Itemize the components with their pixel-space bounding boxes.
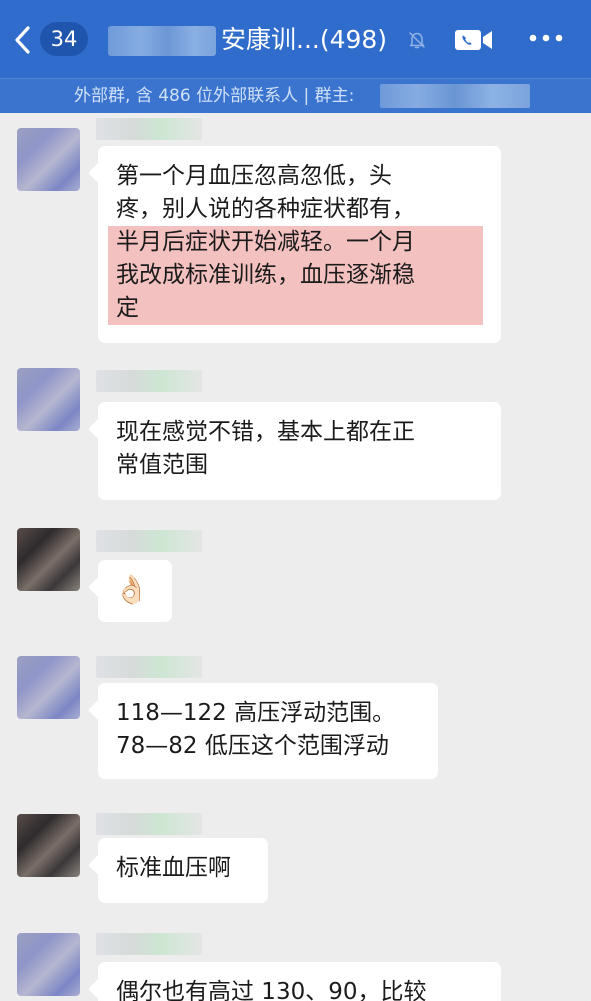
message-text-line: 118—122 高压浮动范围。 (116, 700, 396, 726)
avatar[interactable] (17, 933, 80, 996)
avatar[interactable] (17, 814, 80, 877)
message-text-line: 定 (116, 295, 139, 321)
sender-name-redacted (96, 813, 202, 835)
sender-name-redacted (96, 530, 202, 552)
message-bubble[interactable]: 第一个月血压忽高忽低，头 疼，别人说的各种症状都有， 半月后症状开始减轻。一个月… (98, 146, 501, 343)
message-bubble[interactable]: 现在感觉不错，基本上都在正 常值范围 (98, 402, 501, 500)
message-bubble[interactable]: 标准血压啊 (98, 838, 268, 903)
message-text-line: 疼，别人说的各种症状都有， (116, 196, 415, 222)
video-call-icon[interactable] (454, 26, 494, 54)
sender-name-redacted (96, 656, 202, 678)
highlighted-text: 半月后症状开始减轻。一个月 我改成标准训练，血压逐渐稳 定 (108, 226, 483, 325)
avatar[interactable] (17, 368, 80, 431)
nav-bar: 34 安康训...(498) (0, 0, 591, 78)
group-name-redacted (108, 26, 216, 56)
group-info-bar[interactable]: 外部群, 含 486 位外部联系人 | 群主: (0, 78, 591, 113)
message-text-line: 78—82 低压这个范围浮动 (116, 733, 389, 759)
message-text-line: 我改成标准训练，血压逐渐稳 (116, 262, 415, 288)
sender-name-redacted (96, 370, 202, 392)
chat-title[interactable]: 安康训...(498) (221, 23, 387, 57)
message-text-line: 标准血压啊 (116, 855, 231, 881)
message-text-line: 半月后症状开始减轻。一个月 (116, 229, 415, 255)
message-text-line: 第一个月血压忽高忽低，头 (116, 163, 392, 189)
message-bubble[interactable]: 118—122 高压浮动范围。 78—82 低压这个范围浮动 (98, 683, 438, 779)
chat-header: 34 安康训...(498) 外部群, 含 486 位外部联系人 | 群主: (0, 0, 591, 113)
message-bubble[interactable]: 偶尔也有高过 130、90，比较 (98, 962, 501, 1001)
message-text-line: 偶尔也有高过 130、90，比较 (116, 979, 427, 1001)
mute-icon (409, 32, 425, 49)
message-text-line: 现在感觉不错，基本上都在正 (116, 419, 415, 445)
emoji-bubble[interactable]: 👌🏻 (98, 560, 172, 622)
group-owner-redacted (380, 84, 530, 108)
back-icon[interactable] (10, 24, 36, 56)
ok-hand-emoji: 👌🏻 (114, 573, 149, 606)
sender-name-redacted (96, 933, 202, 955)
sender-name-redacted (96, 118, 202, 140)
avatar[interactable] (17, 128, 80, 191)
more-icon[interactable] (528, 32, 564, 44)
unread-count-badge[interactable]: 34 (40, 22, 88, 56)
avatar[interactable] (17, 656, 80, 719)
message-text-line: 常值范围 (116, 452, 208, 478)
avatar[interactable] (17, 528, 80, 591)
group-info-text: 外部群, 含 486 位外部联系人 | 群主: (74, 86, 355, 106)
